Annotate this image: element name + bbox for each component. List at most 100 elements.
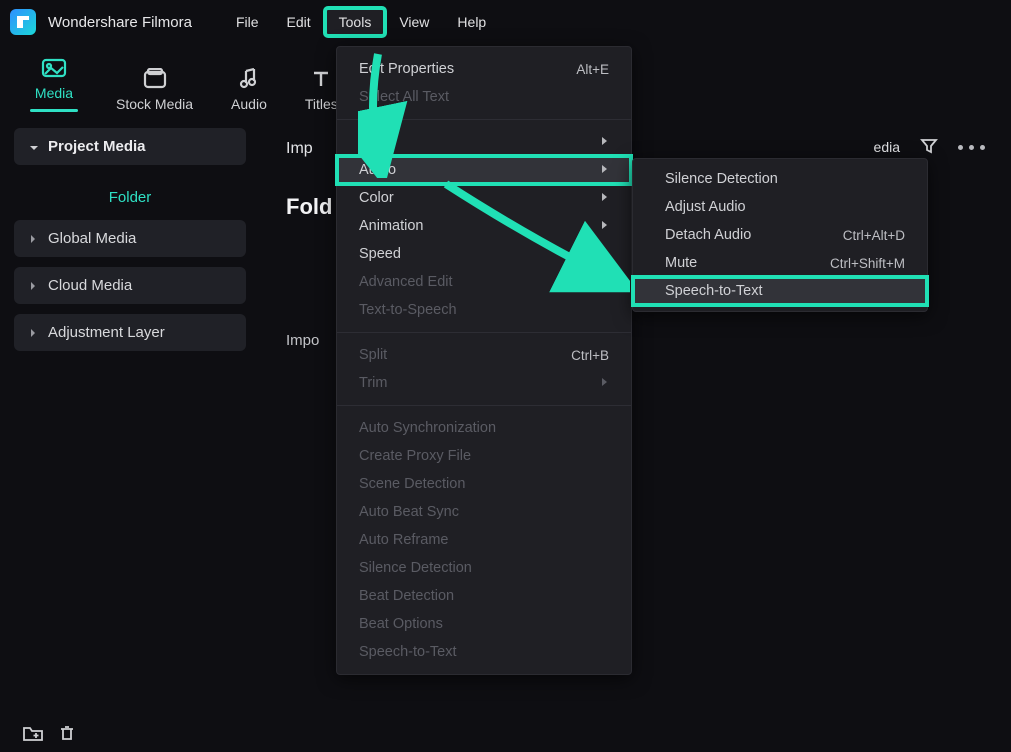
folder-add-icon[interactable] (22, 724, 44, 745)
tools-item-animation[interactable]: Animation (337, 212, 631, 240)
tools-item-video[interactable]: Video (337, 128, 631, 156)
bottom-bar (0, 716, 260, 752)
tools-item-beat-options: Beat Options (337, 610, 631, 638)
tab-audio-label: Audio (231, 96, 267, 112)
menu-tools[interactable]: Tools (325, 8, 386, 36)
tools-item-text-to-speech: Text-to-Speech (337, 296, 631, 324)
tools-item-trim: Trim (337, 369, 631, 397)
tab-titles-label: Titles (305, 96, 338, 112)
menu-item-shortcut: Ctrl+Alt+D (843, 228, 905, 243)
sidebar-item-label: Global Media (48, 230, 136, 247)
menu-item-label: Speech-to-Text (665, 283, 763, 299)
chevron-right-icon (601, 246, 609, 262)
stock-media-icon (141, 68, 169, 90)
chevron-down-icon (28, 142, 38, 152)
tools-dropdown: Edit Properties Alt+E Select All Text Video… (336, 46, 632, 675)
menu-item-label: Create Proxy File (359, 448, 471, 464)
filter-icon[interactable] (920, 137, 938, 158)
tab-stock-media[interactable]: Stock Media (110, 58, 199, 120)
menu-item-label: Audio (359, 162, 396, 178)
trash-icon[interactable] (58, 724, 76, 745)
menu-item-label: Animation (359, 218, 423, 234)
menu-file[interactable]: File (222, 8, 273, 36)
media-icon (40, 57, 68, 79)
menu-item-label: Video (359, 134, 396, 150)
menu-item-label: Split (359, 347, 387, 363)
menu-item-label: Speed (359, 246, 401, 262)
chevron-right-icon (601, 134, 609, 150)
menu-item-label: Silence Detection (359, 560, 472, 576)
menu-item-label: Speech-to-Text (359, 644, 457, 660)
menu-item-label: Auto Synchronization (359, 420, 496, 436)
tab-stock-media-label: Stock Media (116, 96, 193, 112)
sidebar-adjustment-layer[interactable]: Adjustment Layer (14, 314, 246, 351)
tools-item-create-proxy-file: Create Proxy File (337, 442, 631, 470)
tools-item-color[interactable]: Color (337, 184, 631, 212)
titles-icon (307, 68, 335, 90)
chevron-right-icon (601, 218, 609, 234)
audio-item-mute[interactable]: Mute Ctrl+Shift+M (633, 249, 927, 277)
menu-item-label: Auto Reframe (359, 532, 448, 548)
tab-audio[interactable]: Audio (225, 58, 273, 120)
chevron-right-icon (28, 234, 38, 244)
menu-item-label: Mute (665, 255, 697, 271)
menu-item-label: Color (359, 190, 394, 206)
menu-edit[interactable]: Edit (273, 8, 325, 36)
menu-item-label: Trim (359, 375, 387, 391)
tools-item-audio[interactable]: Audio (337, 156, 631, 184)
tools-item-auto-reframe: Auto Reframe (337, 526, 631, 554)
menu-item-label: Select All Text (359, 89, 449, 105)
tools-item-scene-detection: Scene Detection (337, 470, 631, 498)
tools-item-speed[interactable]: Speed (337, 240, 631, 268)
tools-item-split: Split Ctrl+B (337, 341, 631, 369)
title-bar: Wondershare Filmora File Edit Tools View… (0, 0, 1011, 44)
chevron-right-icon (601, 375, 609, 391)
menu-item-label: Scene Detection (359, 476, 465, 492)
tools-item-select-all-text: Select All Text (337, 83, 631, 111)
audio-item-speech-to-text[interactable]: Speech-to-Text (633, 277, 927, 305)
sidebar-item-label: Cloud Media (48, 277, 132, 294)
tab-media[interactable]: Media (24, 47, 84, 120)
chevron-right-icon (28, 281, 38, 291)
edia-text: edia (874, 139, 900, 155)
menu-item-label: Edit Properties (359, 61, 454, 77)
audio-item-adjust-audio[interactable]: Adjust Audio (633, 193, 927, 221)
menu-item-shortcut: Alt+E (576, 62, 609, 77)
sidebar-cloud-media[interactable]: Cloud Media (14, 267, 246, 304)
audio-icon (235, 68, 263, 90)
tools-item-beat-detection: Beat Detection (337, 582, 631, 610)
menu-view[interactable]: View (385, 8, 443, 36)
audio-item-silence-detection[interactable]: Silence Detection (633, 165, 927, 193)
sidebar-folder[interactable]: Folder (14, 175, 246, 220)
audio-item-detach-audio[interactable]: Detach AudioCtrl+Alt+D (633, 221, 927, 249)
chevron-right-icon (28, 328, 38, 338)
menu-item-label: Beat Options (359, 616, 443, 632)
tab-media-label: Media (35, 85, 73, 101)
app-name: Wondershare Filmora (48, 14, 192, 31)
tools-item-silence-detection: Silence Detection (337, 554, 631, 582)
chevron-right-icon (601, 162, 609, 178)
menu-item-label: Adjust Audio (665, 199, 746, 215)
menu-item-label: Beat Detection (359, 588, 454, 604)
menu-bar: File Edit Tools View Help (222, 8, 500, 36)
menu-item-label: Auto Beat Sync (359, 504, 459, 520)
tools-item-speech-to-text: Speech-to-Text (337, 638, 631, 666)
tools-item-advanced-edit: Advanced Edit (337, 268, 631, 296)
tools-item-edit-properties[interactable]: Edit Properties Alt+E (337, 55, 631, 83)
import-button-partial[interactable]: Imp (286, 136, 313, 158)
audio-submenu: Silence Detection Adjust Audio Detach Audi… (632, 158, 928, 312)
more-icon[interactable] (958, 145, 985, 150)
tools-item-auto-synchronization: Auto Synchronization (337, 414, 631, 442)
menu-item-shortcut: Ctrl+B (571, 348, 609, 363)
tools-item-auto-beat-sync: Auto Beat Sync (337, 498, 631, 526)
sidebar: Project Media Folder Global Media Cloud … (0, 120, 260, 752)
menu-help[interactable]: Help (443, 8, 500, 36)
menu-item-shortcut: Ctrl+Shift+M (830, 256, 905, 271)
menu-item-label: Silence Detection (665, 171, 778, 187)
sidebar-global-media[interactable]: Global Media (14, 220, 246, 257)
chevron-right-icon (601, 190, 609, 206)
sidebar-project-label: Project Media (48, 138, 146, 155)
menu-item-label: Advanced Edit (359, 274, 453, 290)
sidebar-project-media[interactable]: Project Media (14, 128, 246, 165)
app-logo (10, 9, 36, 35)
